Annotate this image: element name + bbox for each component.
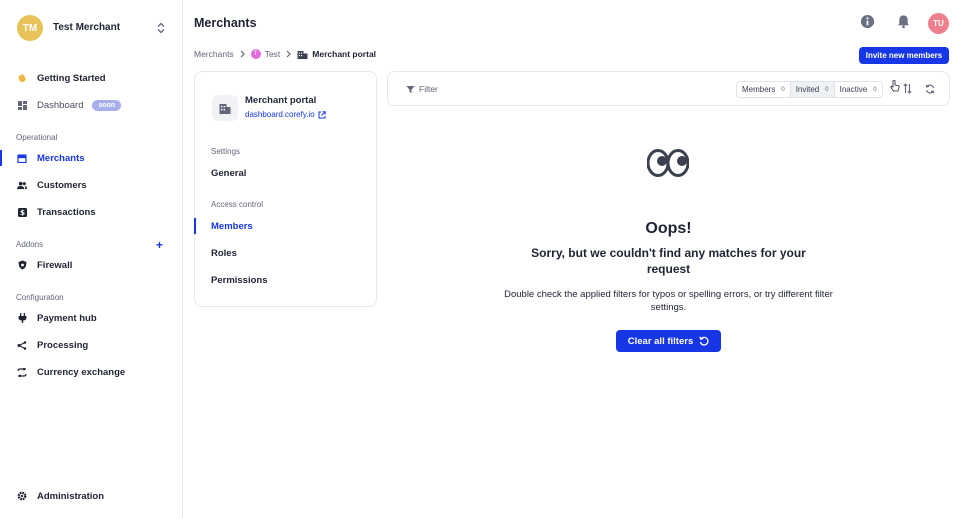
reset-icon xyxy=(693,336,709,346)
store-icon xyxy=(17,153,27,163)
breadcrumb-current-label: Merchant portal xyxy=(312,49,377,59)
gear-icon xyxy=(17,491,27,501)
nav-customers[interactable]: Customers xyxy=(0,174,182,196)
hand-cursor-icon xyxy=(890,80,900,92)
plug-icon xyxy=(17,313,27,323)
breadcrumb: Merchants T Test Merchant portal xyxy=(194,49,376,59)
user-avatar[interactable]: TU xyxy=(928,13,949,34)
nav-processing[interactable]: Processing xyxy=(0,334,182,356)
active-indicator xyxy=(194,218,196,234)
nav-label: Firewall xyxy=(37,259,73,271)
chevron-right-icon xyxy=(286,50,292,58)
share-nodes-icon xyxy=(17,340,27,350)
tab-inactive[interactable]: Inactive 0 xyxy=(834,82,882,97)
breadcrumb-test[interactable]: Test xyxy=(265,49,281,59)
nav-label: Currency exchange xyxy=(37,366,126,378)
tab-count: 0 xyxy=(873,86,877,93)
merchant-avatar[interactable]: TM xyxy=(17,15,43,41)
nav-label: Processing xyxy=(37,339,89,351)
sidebar: TM Test Merchant Getting Started Dashboa… xyxy=(0,0,183,518)
users-icon xyxy=(17,180,27,190)
nav-label: Administration xyxy=(37,490,105,502)
chevron-right-icon xyxy=(240,50,245,58)
waving-hand-icon xyxy=(17,73,27,83)
empty-state-title: Oops! xyxy=(645,220,692,237)
tab-invited[interactable]: Invited 0 xyxy=(790,82,835,97)
tab-label: Invited xyxy=(795,85,820,94)
page-title: Merchants xyxy=(194,16,257,30)
breadcrumb-merchants[interactable]: Merchants xyxy=(194,49,234,59)
tab-count: 0 xyxy=(781,86,785,93)
filter-bar: Filter Members 0 Invited 0 Inactive 0 xyxy=(387,71,950,106)
nav-label: Customers xyxy=(37,179,87,191)
dollar-icon: $ xyxy=(17,207,27,217)
invite-members-button[interactable]: Invite new members xyxy=(859,47,949,64)
tab-count: 0 xyxy=(825,86,829,93)
nav-dashboard[interactable]: Dashboard soon xyxy=(0,94,182,116)
clear-filters-label: Clear all filters xyxy=(627,335,694,347)
filter-button[interactable]: Filter xyxy=(406,84,438,94)
section-configuration: Configuration xyxy=(16,293,64,302)
filter-label: Filter xyxy=(419,84,438,94)
member-status-tabs: Members 0 Invited 0 Inactive 0 xyxy=(736,81,883,98)
tab-members[interactable]: Members 0 xyxy=(737,82,791,97)
dashboard-icon xyxy=(17,100,27,110)
exchange-arrows-icon xyxy=(17,367,27,377)
breadcrumb-test-avatar: T xyxy=(250,49,261,59)
empty-state-subtitle: Sorry, but we couldn't find any matches … xyxy=(531,246,806,276)
nav-administration[interactable]: Administration xyxy=(0,485,182,507)
settings-card: Merchant portal dashboard.corefy.io Sett… xyxy=(194,71,377,307)
nav-label: Merchants xyxy=(37,152,85,164)
settings-permissions[interactable]: Permissions xyxy=(211,275,268,286)
nav-currency-exchange[interactable]: Currency exchange xyxy=(0,361,182,383)
soon-badge: soon xyxy=(92,99,122,111)
svg-text:$: $ xyxy=(20,209,25,217)
nav-payment-hub[interactable]: Payment hub xyxy=(0,307,182,329)
settings-general[interactable]: General xyxy=(211,168,246,179)
section-access-control: Access control xyxy=(211,200,264,209)
tab-label: Inactive xyxy=(839,85,868,94)
nav-label: Getting Started xyxy=(37,72,106,84)
section-addons: Addons xyxy=(16,240,44,249)
building-icon xyxy=(297,50,308,59)
settings-members[interactable]: Members xyxy=(211,221,253,232)
breadcrumb-current: Merchant portal xyxy=(297,49,376,59)
nav-firewall[interactable]: Firewall xyxy=(0,254,182,276)
external-link-icon xyxy=(318,110,326,119)
nav-merchants[interactable]: Merchants xyxy=(0,147,182,169)
filter-icon xyxy=(406,85,415,94)
info-icon[interactable] xyxy=(860,14,876,30)
section-operational: Operational xyxy=(16,133,58,142)
portal-title: Merchant portal xyxy=(245,95,317,106)
clear-filters-button[interactable]: Clear all filters xyxy=(616,330,721,352)
tab-label: Members xyxy=(742,85,776,94)
sort-icon[interactable] xyxy=(903,83,912,94)
nav-label: Payment hub xyxy=(37,312,97,324)
shield-icon xyxy=(17,260,27,270)
nav-getting-started[interactable]: Getting Started xyxy=(0,67,182,89)
section-settings: Settings xyxy=(211,147,240,156)
nav-transactions[interactable]: $ Transactions xyxy=(0,201,182,223)
settings-roles[interactable]: Roles xyxy=(211,248,237,259)
chevron-up-down-icon[interactable] xyxy=(156,22,166,34)
nav-label: Dashboard xyxy=(37,99,84,111)
add-addon-button[interactable]: + xyxy=(156,238,163,252)
merchant-name[interactable]: Test Merchant xyxy=(53,22,120,33)
empty-state-hint: Double check the applied filters for typ… xyxy=(504,289,833,313)
bell-icon[interactable] xyxy=(896,14,912,30)
portal-link-label: dashboard.corefy.io xyxy=(245,110,315,119)
eyes-icon xyxy=(647,149,689,177)
portal-link[interactable]: dashboard.corefy.io xyxy=(245,110,326,119)
refresh-icon[interactable] xyxy=(925,84,935,94)
building-icon xyxy=(212,95,238,121)
nav-label: Transactions xyxy=(37,206,96,218)
